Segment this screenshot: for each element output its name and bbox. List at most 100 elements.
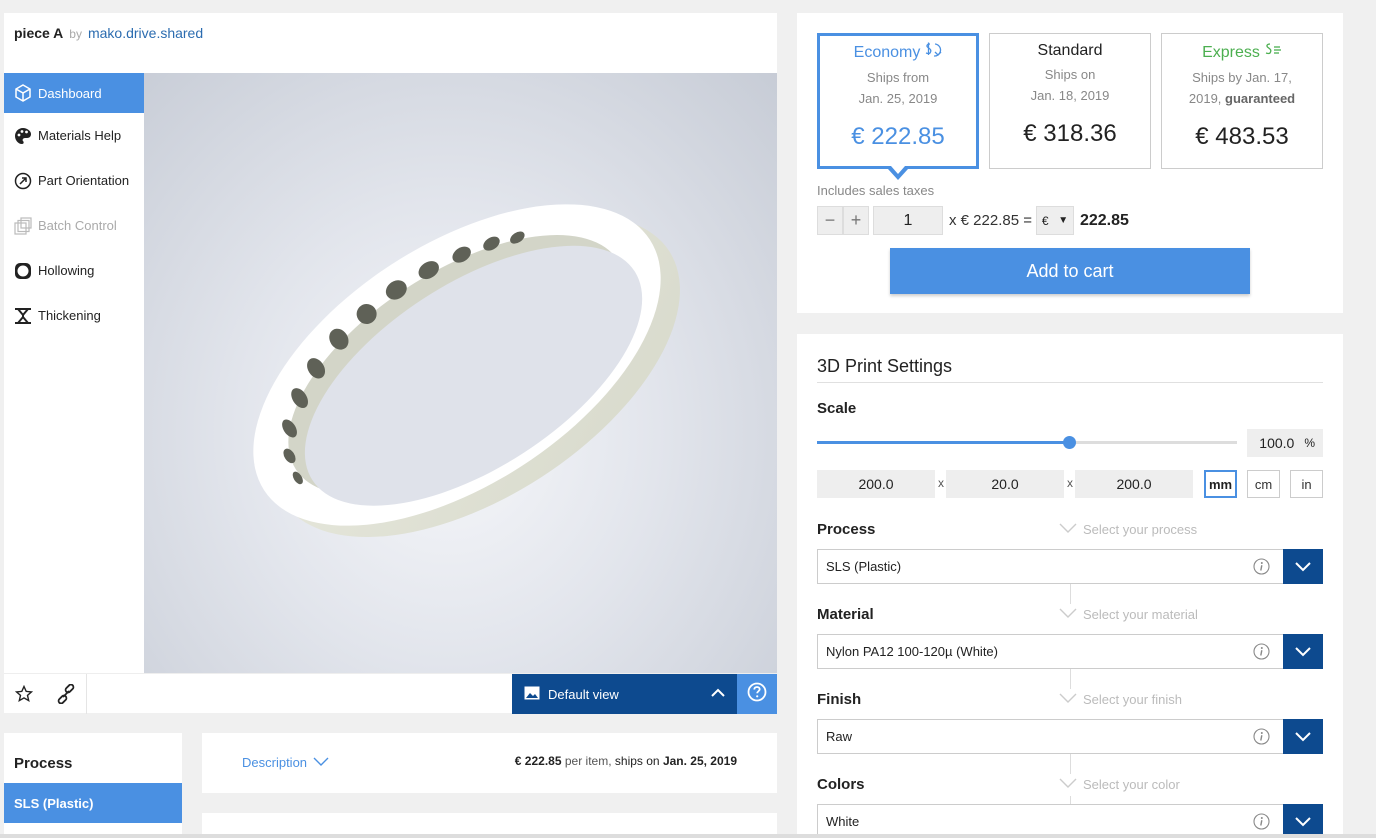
- piece-name: piece A: [14, 25, 64, 41]
- connector-line: [1070, 669, 1071, 689]
- option-ships-text: Ships on Jan. 18, 2019: [990, 64, 1150, 106]
- process-heading: Process: [14, 755, 73, 772]
- finish-hint: Select your finish: [1059, 692, 1182, 707]
- option-ships-text: Ships from Jan. 25, 2019: [820, 67, 976, 109]
- shipping-option-economy[interactable]: Economy Ships from Jan. 25, 2019 € 222.8…: [817, 33, 979, 180]
- ring-model: [253, 204, 680, 538]
- express-guaranteed: guaranteed: [1225, 91, 1296, 106]
- description-label: Description: [242, 755, 308, 770]
- option-name: Economy: [820, 42, 976, 63]
- process-hint: Select your process: [1059, 522, 1197, 537]
- finish-select[interactable]: Raw: [817, 719, 1323, 754]
- info-icon[interactable]: [1253, 728, 1270, 748]
- chevron-down-icon: [1295, 561, 1311, 571]
- colors-dropdown-button[interactable]: [1283, 804, 1323, 838]
- star-icon[interactable]: [12, 682, 36, 706]
- thicken-icon: [14, 307, 32, 325]
- description-bar: Description € 222.85 per item, ships on …: [202, 733, 777, 793]
- finish-label: Finish: [817, 691, 862, 708]
- image-icon: [524, 686, 540, 703]
- standard-price: € 318.36: [1023, 120, 1117, 147]
- price-summary: € 222.85 per item, ships on Jan. 25, 201…: [515, 754, 737, 768]
- settings-title: 3D Print Settings: [817, 356, 953, 376]
- chevron-down-icon: [1295, 731, 1311, 741]
- shipping-option-express[interactable]: Express Ships by Jan. 17, 2019, guarante…: [1161, 33, 1323, 169]
- sidebar-item-thickening[interactable]: Thickening: [4, 293, 144, 338]
- taxes-note: Includes sales taxes: [817, 183, 935, 198]
- description-toggle[interactable]: Description: [242, 755, 329, 770]
- info-icon[interactable]: [1253, 558, 1270, 578]
- express-label: Express: [1202, 43, 1260, 61]
- dimension-z-input[interactable]: 200.0: [1075, 470, 1193, 498]
- model-title: piece A by mako.drive.shared: [14, 25, 203, 41]
- decrease-quantity-button[interactable]: −: [817, 206, 843, 235]
- tool-sidebar: Dashboard Materials Help Part Orientatio…: [4, 73, 144, 338]
- sidebar-item-label: Thickening: [38, 308, 101, 323]
- link-icon[interactable]: [54, 682, 78, 706]
- help-button[interactable]: [737, 674, 777, 714]
- unit-mm-button[interactable]: mm: [1204, 470, 1237, 498]
- sidebar-item-hollowing[interactable]: Hollowing: [4, 248, 144, 293]
- sidebar-item-dashboard[interactable]: Dashboard: [4, 73, 144, 113]
- currency-select[interactable]: € ▼: [1035, 206, 1074, 235]
- process-dropdown-button[interactable]: [1283, 549, 1323, 584]
- 3d-viewer[interactable]: [144, 73, 777, 673]
- info-icon[interactable]: [1253, 643, 1270, 663]
- material-select[interactable]: Nylon PA12 100-120µ (White): [817, 634, 1323, 669]
- material-label: Material: [817, 606, 874, 623]
- standard-line1: Ships on: [1044, 67, 1096, 82]
- finish-dropdown-button[interactable]: [1283, 719, 1323, 754]
- express-price: € 483.53: [1195, 123, 1289, 150]
- unit-cm-button[interactable]: cm: [1247, 470, 1280, 498]
- scale-label: Scale: [817, 400, 857, 417]
- scale-unit: %: [1304, 436, 1315, 450]
- increase-quantity-button[interactable]: +: [843, 206, 869, 235]
- sidebar-item-materials-help[interactable]: Materials Help: [4, 113, 144, 158]
- process-hint-text: Select your process: [1083, 522, 1198, 537]
- standard-label: Standard: [1037, 42, 1103, 59]
- finish-value: Raw: [826, 729, 853, 744]
- express-icon: [1264, 42, 1282, 63]
- material-dropdown-button[interactable]: [1283, 634, 1323, 669]
- shipping-option-standard[interactable]: Standard Ships on Jan. 18, 2019 € 318.36: [989, 33, 1151, 169]
- print-settings-card: 3D Print Settings Scale 100.0 % 200.0 x …: [797, 334, 1343, 838]
- quantity-input[interactable]: 1: [873, 206, 943, 235]
- colors-select[interactable]: White: [817, 804, 1323, 838]
- sidebar-item-label: Dashboard: [38, 85, 102, 101]
- express-line2: 2019,: [1188, 91, 1222, 106]
- sidebar-item-label: Batch Control: [38, 218, 117, 233]
- economy-icon: [924, 42, 942, 63]
- sidebar-item-part-orientation[interactable]: Part Orientation: [4, 158, 144, 203]
- unit-in-button[interactable]: in: [1290, 470, 1323, 498]
- process-label: Process: [817, 521, 876, 538]
- info-icon[interactable]: [1253, 813, 1270, 833]
- express-line1: Ships by Jan. 17,: [1192, 70, 1292, 85]
- horizontal-scrollbar[interactable]: [0, 834, 1376, 838]
- colors-hint-text: Select your color: [1083, 777, 1180, 792]
- scale-percent-input[interactable]: 100.0 %: [1247, 429, 1323, 457]
- scale-slider[interactable]: [817, 436, 1237, 449]
- dimension-separator: x: [938, 476, 944, 490]
- dimension-y-input[interactable]: 20.0: [946, 470, 1064, 498]
- default-view-button[interactable]: Default view: [512, 674, 737, 714]
- dimension-x-input[interactable]: 200.0: [817, 470, 935, 498]
- sidebar-item-label: Part Orientation: [38, 173, 130, 188]
- add-to-cart-button[interactable]: Add to cart: [890, 248, 1250, 294]
- layers-icon: [14, 216, 32, 235]
- economy-line2: Jan. 25, 2019: [858, 91, 938, 106]
- model-card: piece A by mako.drive.shared Dashboard M…: [4, 13, 777, 714]
- settings-divider: [817, 382, 1323, 383]
- process-select[interactable]: SLS (Plastic): [817, 549, 1323, 584]
- process-panel: Process SLS (Plastic): [4, 733, 182, 838]
- scale-slider-fill: [817, 441, 1069, 444]
- process-value: SLS (Plastic): [826, 559, 902, 574]
- scale-value: 100.0: [1259, 435, 1295, 451]
- quantity-row: − + 1 x € 222.85 = € ▼ 222.85: [817, 206, 1129, 235]
- process-selected-item[interactable]: SLS (Plastic): [4, 783, 182, 823]
- orientation-icon: [14, 172, 32, 190]
- chevron-down-icon: [1295, 816, 1311, 826]
- sidebar-item-label: Materials Help: [38, 128, 122, 143]
- dimension-separator: x: [1067, 476, 1073, 490]
- scale-slider-handle[interactable]: [1063, 436, 1076, 449]
- owner-link[interactable]: mako.drive.shared: [88, 25, 203, 41]
